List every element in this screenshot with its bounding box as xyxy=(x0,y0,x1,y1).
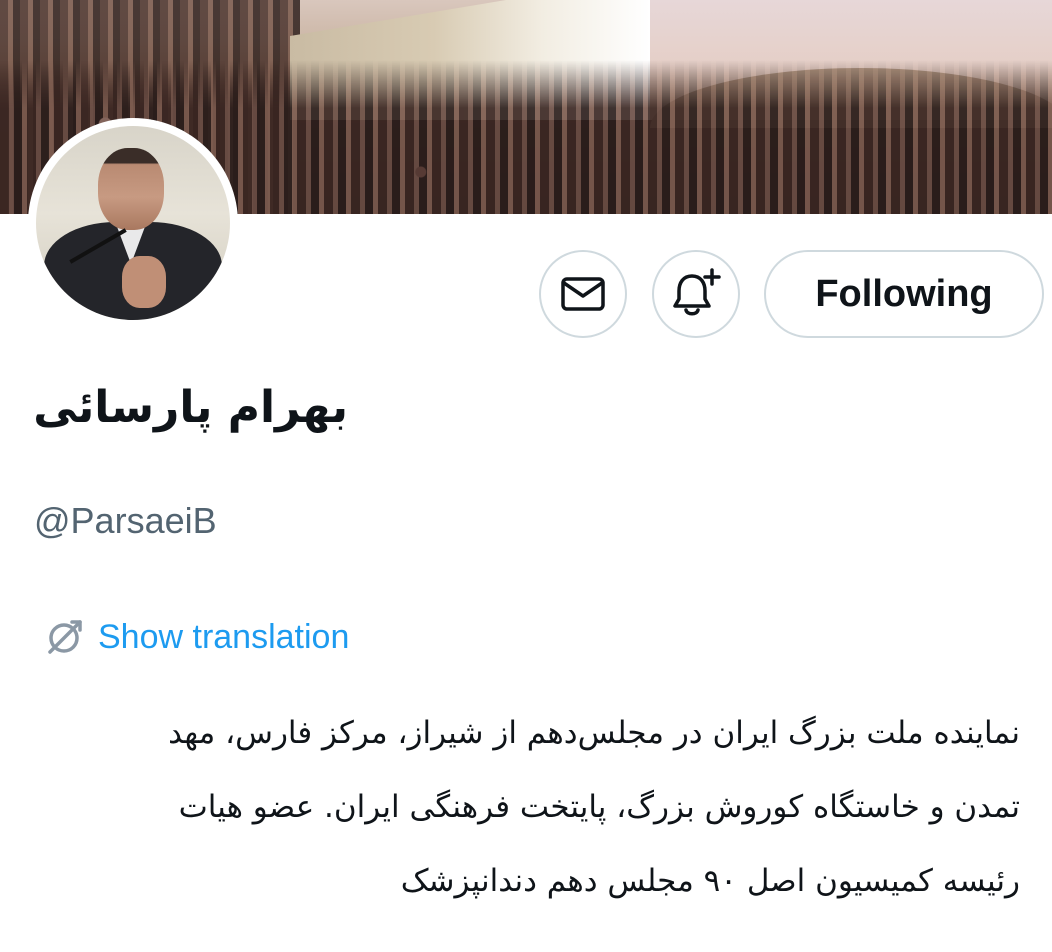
bio-line: نماینده ملت بزرگ ایران در مجلس‌دهم از شی… xyxy=(168,715,1020,751)
avatar-hand xyxy=(122,256,166,308)
notification-button[interactable] xyxy=(652,250,740,338)
translate-icon xyxy=(48,620,82,654)
display-name: بهرام پارسائی xyxy=(33,382,348,433)
avatar[interactable] xyxy=(28,118,238,328)
following-button[interactable]: Following xyxy=(764,250,1044,338)
show-translation-label: Show translation xyxy=(98,617,350,656)
show-translation-link[interactable]: Show translation xyxy=(44,616,349,658)
bio-line: رئیسه کمیسیون اصل ۹۰ مجلس دهم دندانپزشک xyxy=(400,863,1020,899)
envelope-icon xyxy=(561,277,605,311)
message-button[interactable] xyxy=(539,250,627,338)
avatar-photo xyxy=(36,126,230,320)
user-handle: @ParsaeiB xyxy=(34,500,217,541)
bell-plus-icon xyxy=(673,268,721,316)
profile-bio: نماینده ملت بزرگ ایران در مجلس‌دهم از شی… xyxy=(30,696,1020,918)
avatar-head xyxy=(98,148,164,230)
bio-line: تمدن و خاستگاه کوروش بزرگ، پایتخت فرهنگی… xyxy=(178,789,1020,825)
